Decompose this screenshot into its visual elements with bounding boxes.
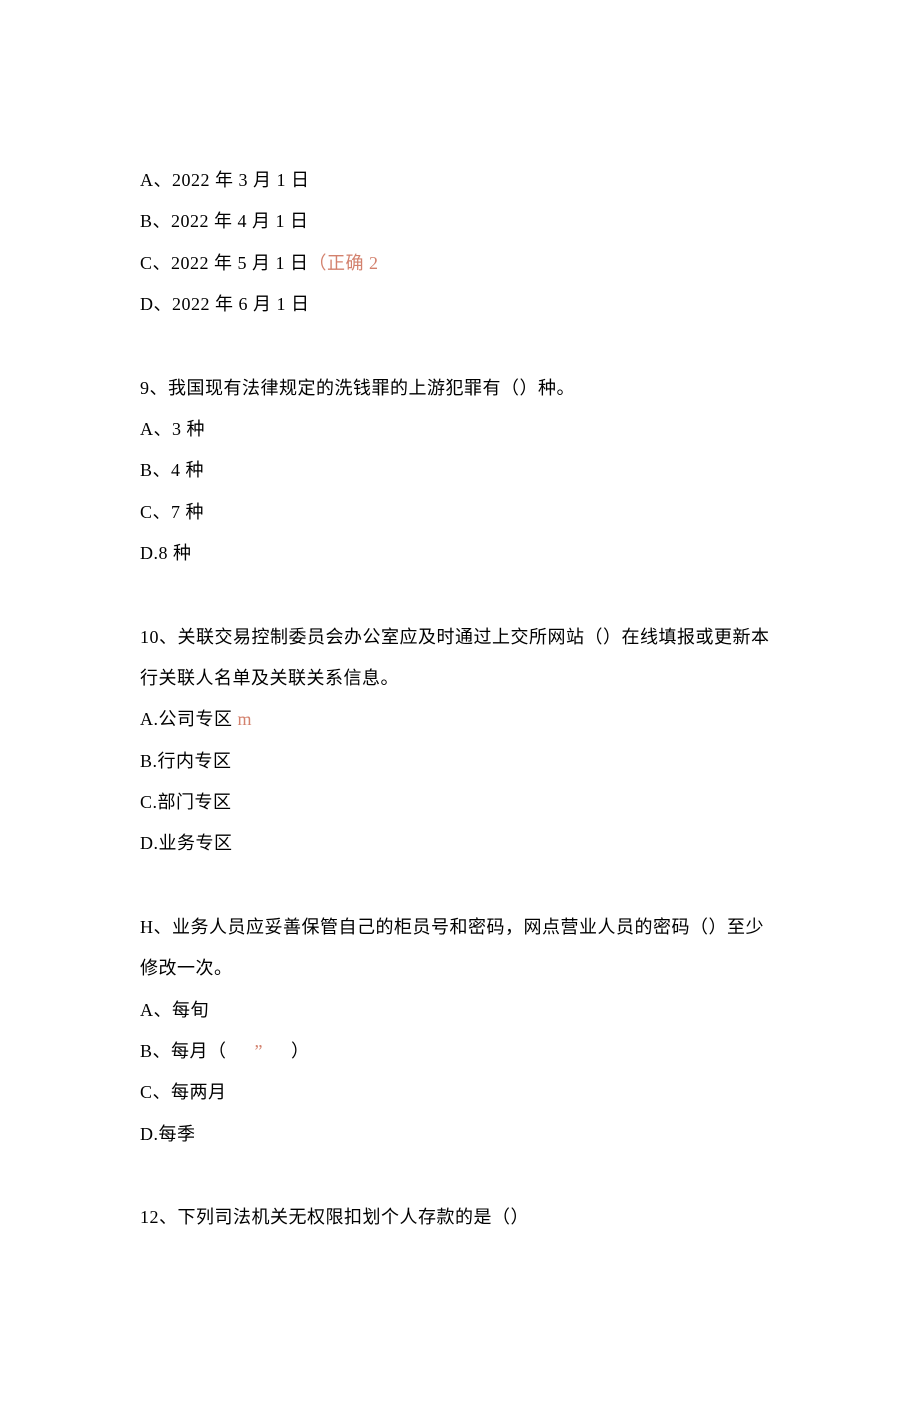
q8-option-d: D、2022 年 6 月 1 日 <box>140 284 780 325</box>
q10-option-b: B.行内专区 <box>140 741 780 782</box>
q10-block: 10、关联交易控制委员会办公室应及时通过上交所网站（）在线填报或更新本行关联人名… <box>140 617 780 865</box>
document-page: A、2022 年 3 月 1 日 B、2022 年 4 月 1 日 C、2022… <box>0 0 920 1401</box>
q9-option-a: A、3 种 <box>140 409 780 450</box>
q10-option-a: A.公司专区 m <box>140 699 780 740</box>
q8-options-block: A、2022 年 3 月 1 日 B、2022 年 4 月 1 日 C、2022… <box>140 160 780 326</box>
q11-option-a: A、每旬 <box>140 990 780 1031</box>
q10-option-a-text: A.公司专区 <box>140 709 233 729</box>
q11-prompt: H、业务人员应妥善保管自己的柜员号和密码，网点营业人员的密码（）至少修改一次。 <box>140 907 780 990</box>
q11-block: H、业务人员应妥善保管自己的柜员号和密码，网点营业人员的密码（）至少修改一次。 … <box>140 907 780 1155</box>
q9-option-b: B、4 种 <box>140 450 780 491</box>
q11-option-d: D.每季 <box>140 1114 780 1155</box>
q9-option-c: C、7 种 <box>140 492 780 533</box>
q10-option-c: C.部门专区 <box>140 782 780 823</box>
q11-option-c: C、每两月 <box>140 1072 780 1113</box>
q8-option-c-text: C、2022 年 5 月 1 日 <box>140 253 309 273</box>
q12-prompt: 12、下列司法机关无权限扣划个人存款的是（） <box>140 1197 780 1238</box>
q12-block: 12、下列司法机关无权限扣划个人存款的是（） <box>140 1197 780 1238</box>
q9-prompt: 9、我国现有法律规定的洗钱罪的上游犯罪有（）种。 <box>140 368 780 409</box>
q9-block: 9、我国现有法律规定的洗钱罪的上游犯罪有（）种。 A、3 种 B、4 种 C、7… <box>140 368 780 575</box>
q10-prompt: 10、关联交易控制委员会办公室应及时通过上交所网站（）在线填报或更新本行关联人名… <box>140 617 780 700</box>
q11-option-b-prefix: B、每月（ <box>140 1041 227 1061</box>
q10-option-a-note: m <box>233 709 253 729</box>
q11-option-b-suffix: ） <box>291 1041 310 1061</box>
q11-option-b: B、每月（ ” ） <box>140 1031 780 1072</box>
q11-option-b-note: ” <box>255 1041 264 1061</box>
q8-option-c-note: （正确 2 <box>309 253 379 273</box>
q9-option-d: D.8 种 <box>140 533 780 574</box>
q8-option-b: B、2022 年 4 月 1 日 <box>140 201 780 242</box>
q8-option-a: A、2022 年 3 月 1 日 <box>140 160 780 201</box>
q8-option-c: C、2022 年 5 月 1 日（正确 2 <box>140 243 780 284</box>
q10-option-d: D.业务专区 <box>140 823 780 864</box>
